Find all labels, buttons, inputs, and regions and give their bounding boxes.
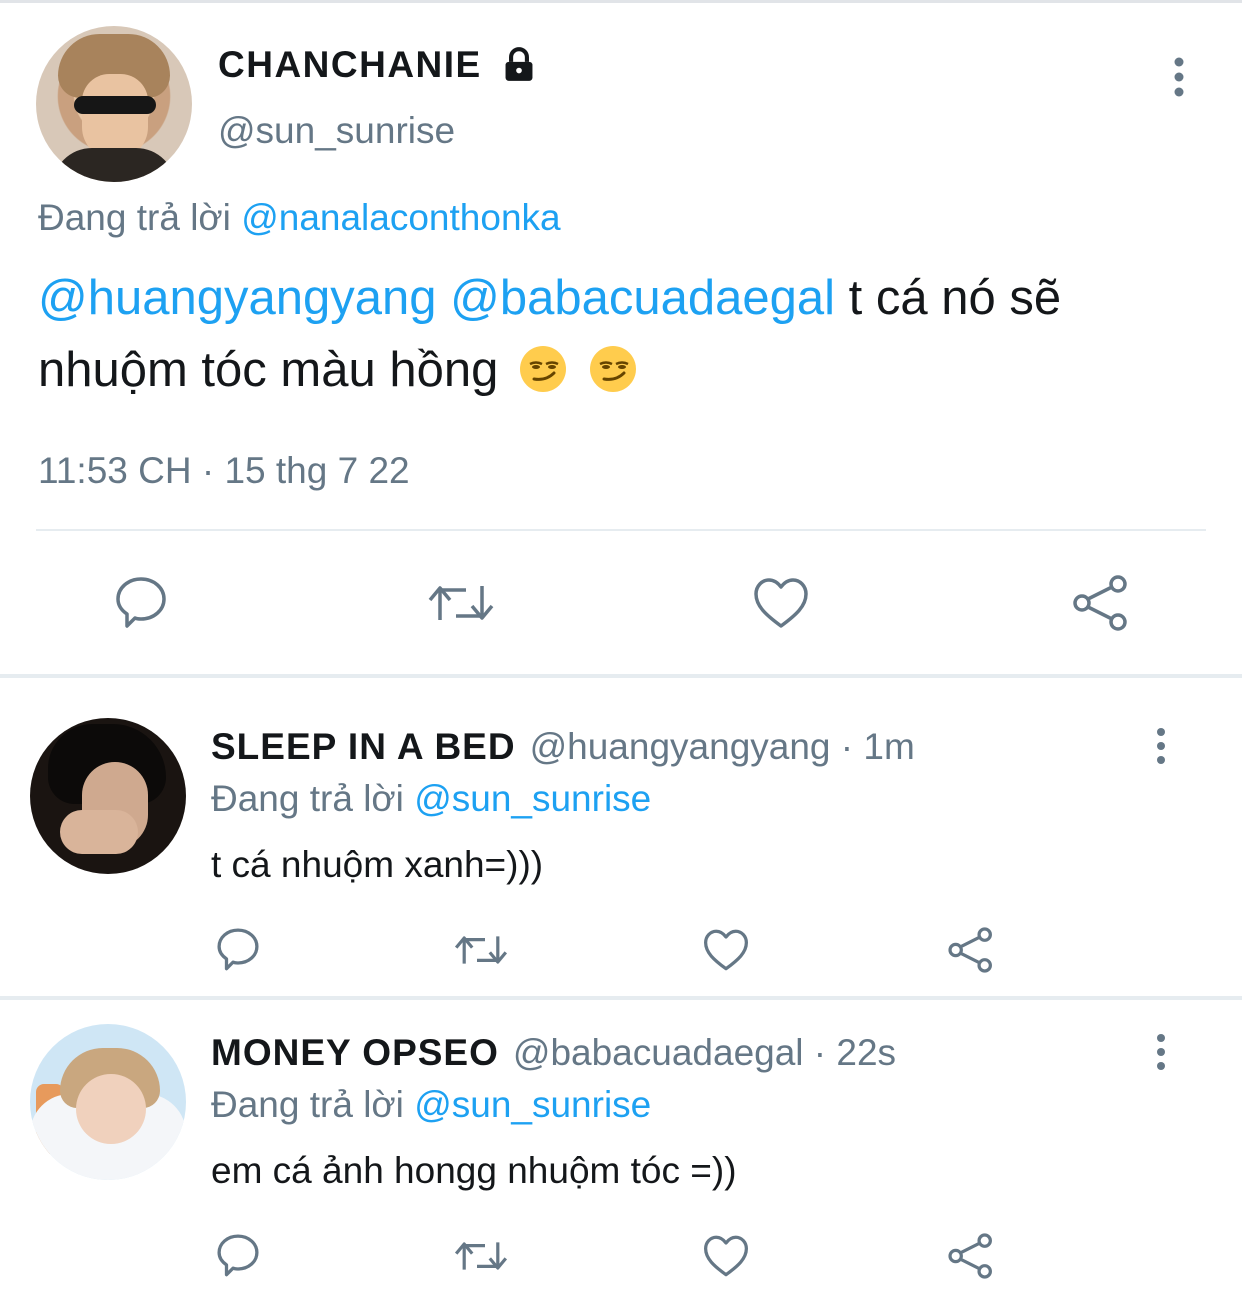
reply-display-name[interactable]: SLEEP IN A BED	[211, 726, 516, 767]
replying-to-label: Đang trả lời	[211, 778, 404, 819]
share-icon[interactable]	[946, 1232, 996, 1280]
reply-icon[interactable]	[112, 574, 170, 630]
author-name[interactable]: CHANCHANIE	[218, 44, 538, 86]
reply-author[interactable]: SLEEP IN A BED @huangyangyang · 1m	[211, 726, 915, 768]
retweet-icon[interactable]	[426, 578, 496, 628]
share-icon[interactable]	[1070, 574, 1132, 632]
avatar[interactable]	[36, 26, 192, 182]
reply-text: em cá ảnh hongg nhuộm tóc =))	[211, 1150, 737, 1191]
author-display-name[interactable]: CHANCHANIE	[218, 44, 482, 86]
reply-handle-time[interactable]: @babacuadaegal · 22s	[513, 1032, 896, 1073]
tweet-text: @huangyangyang @babacuadaegal t cá nó sẽ…	[38, 262, 1198, 406]
reply-text: t cá nhuộm xanh=)))	[211, 844, 544, 885]
tweet-timestamp[interactable]: 11:53 CH · 15 thg 7 22	[38, 450, 410, 492]
replying-to: Đang trả lời @sun_sunrise	[211, 1084, 651, 1126]
smirk-emoji-icon	[589, 346, 636, 392]
replying-to: Đang trả lời @sun_sunrise	[211, 778, 651, 820]
more-icon[interactable]	[1150, 1032, 1172, 1072]
tweet-text-part: nhuộm tóc màu hồng	[38, 343, 499, 397]
like-icon[interactable]	[752, 576, 810, 630]
replying-to-link[interactable]: @sun_sunrise	[414, 1084, 651, 1125]
mention-link[interactable]: @babacuadaegal	[450, 271, 835, 325]
mention-link[interactable]: @huangyangyang	[38, 271, 437, 325]
lock-icon	[505, 47, 533, 81]
retweet-icon[interactable]	[452, 1236, 510, 1276]
replying-to-label: Đang trả lời	[211, 1084, 404, 1125]
like-icon[interactable]	[702, 928, 750, 972]
tweet-text-part: t cá nó sẽ	[835, 271, 1062, 325]
reply-icon[interactable]	[214, 1232, 262, 1278]
author-handle[interactable]: @sun_sunrise	[218, 110, 455, 152]
replying-to: Đang trả lời @nanalaconthonka	[38, 197, 561, 239]
like-icon[interactable]	[702, 1234, 750, 1278]
reply-author[interactable]: MONEY OPSEO @babacuadaegal · 22s	[211, 1032, 896, 1074]
replying-to-link[interactable]: @sun_sunrise	[414, 778, 651, 819]
more-icon[interactable]	[1166, 54, 1192, 100]
divider	[36, 529, 1206, 531]
replying-to-link[interactable]: @nanalaconthonka	[241, 197, 560, 238]
avatar[interactable]	[30, 1024, 186, 1180]
reply-icon[interactable]	[214, 926, 262, 972]
divider	[0, 674, 1242, 678]
replying-to-label: Đang trả lời	[38, 197, 231, 238]
reply-display-name[interactable]: MONEY OPSEO	[211, 1032, 499, 1073]
top-divider	[0, 0, 1242, 3]
share-icon[interactable]	[946, 926, 996, 974]
retweet-icon[interactable]	[452, 930, 510, 970]
more-icon[interactable]	[1150, 726, 1172, 766]
divider	[0, 996, 1242, 1000]
reply-handle-time[interactable]: @huangyangyang · 1m	[530, 726, 915, 767]
smirk-emoji-icon	[519, 346, 566, 392]
avatar[interactable]	[30, 718, 186, 874]
